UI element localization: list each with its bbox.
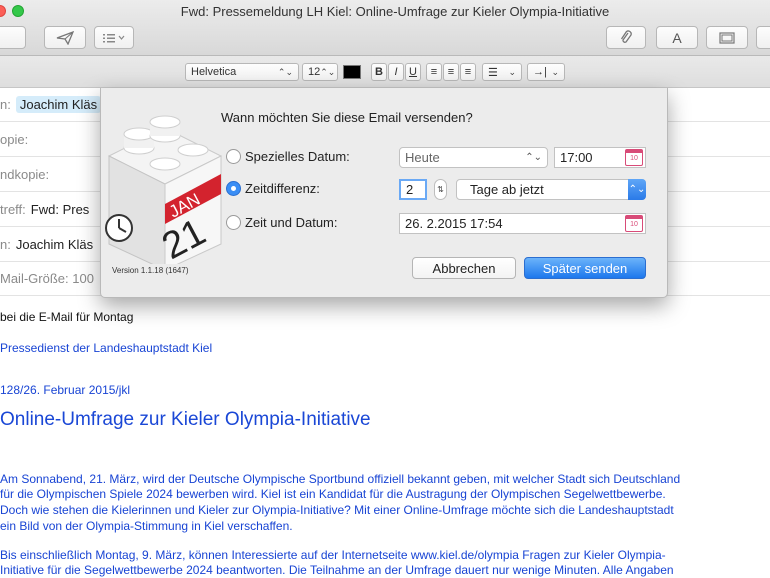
subject-label: treff: [0,202,26,217]
body-line: Initiative für die Segelwettbewerbe 2024… [0,563,674,577]
radio-time-difference[interactable]: Zeitdifferenz: [226,181,320,196]
time-diff-amount-field[interactable]: 2 [399,179,427,200]
format-bar: Helvetica ⌃⌄ 12 ⌃⌄ B I U ≡ ≡ ≡ ☰ ⌄ →| ⌄ [0,56,770,88]
font-size-select[interactable]: 12 ⌃⌄ [302,63,338,81]
send-button[interactable] [44,26,86,49]
bullet-list-icon: ☰ [488,66,498,79]
align-right-button[interactable]: ≡ [460,63,476,81]
body-line: 128/26. Februar 2015/jkl [0,383,131,397]
datetime-field[interactable]: 26. 2.2015 17:54 [399,213,646,234]
paper-plane-icon [56,30,74,45]
send-later-dialog: JAN 21 Version 1.1.18 (1647) Wann möchte… [100,88,668,298]
underline-button[interactable]: U [405,63,421,81]
message-headline: Online-Umfrage zur Kieler Olympia-Initia… [0,409,371,430]
font-family-value: Helvetica [191,66,237,78]
radio-special-date[interactable]: Spezielles Datum: [226,149,350,164]
version-label: Version 1.1.18 (1647) [112,266,189,275]
send-later-button[interactable]: Später senden [524,257,646,279]
font-size-value: 12 [308,66,321,78]
time-diff-unit-value: Tage ab jetzt [470,182,544,197]
message-size-label: Mail-Größe: 100 [0,271,94,286]
fonts-button[interactable]: A [656,26,698,49]
cancel-button[interactable]: Abbrechen [412,257,516,279]
radio-button[interactable] [226,181,241,196]
window-titlebar: Fwd: Pressemeldung LH Kiel: Online-Umfra… [0,0,770,56]
indent-menu[interactable]: →| ⌄ [527,63,565,81]
datetime-value: 26. 2.2015 17:54 [405,216,503,231]
list-icon [103,33,125,42]
chevron-down-icon: ⌄ [508,66,516,77]
window-title: Fwd: Pressemeldung LH Kiel: Online-Umfra… [180,4,610,19]
calendar-icon[interactable]: 10 [625,215,643,232]
align-left-button[interactable]: ≡ [426,63,442,81]
radio-label: Zeit und Datum: [245,215,338,230]
from-label: n: [0,237,11,252]
bold-button[interactable]: B [371,63,387,81]
radio-label: Zeitdifferenz: [245,181,320,196]
special-date-value: Heute [405,150,440,165]
window-icon [719,31,735,44]
body-line: bei die E-Mail für Montag [0,310,134,324]
radio-button[interactable] [226,149,241,164]
toolbar-button-left[interactable] [0,26,26,49]
paperclip-icon [620,29,632,43]
special-date-select[interactable]: Heute ⌃⌄ [399,147,548,168]
italic-button[interactable]: I [388,63,404,81]
cc-label: opie: [0,132,29,147]
indent-icon: →| [533,66,547,78]
calendar-icon[interactable]: 10 [625,149,643,166]
list-style-menu[interactable]: ☰ ⌄ [482,63,522,81]
radio-button[interactable] [226,215,241,230]
bcc-label: ndkopie: [0,167,50,182]
align-left-icon: ≡ [430,66,438,78]
align-right-icon: ≡ [464,66,472,78]
special-time-value: 17:00 [560,150,593,165]
header-fields-menu-button[interactable] [94,26,134,49]
align-center-button[interactable]: ≡ [443,63,459,81]
attach-button[interactable] [606,26,646,49]
time-diff-unit-select[interactable]: Tage ab jetzt ⌃⌄ [456,179,646,200]
select-arrows-icon: ⌃⌄ [628,179,646,200]
from-value: Joachim Kläs [15,237,94,252]
font-family-select[interactable]: Helvetica ⌃⌄ [185,63,299,81]
time-diff-stepper[interactable]: ⇅ [434,179,447,200]
photo-browser-button[interactable] [706,26,748,49]
toolbar-button-right[interactable] [756,26,770,49]
chevron-down-icon: ⌄ [551,66,559,77]
text-color-well[interactable] [343,65,361,79]
body-line: Doch wie stehen die Kielerinnen und Kiel… [0,503,674,517]
select-arrows-icon: ⌃⌄ [525,152,542,163]
to-label: n: [0,97,11,112]
time-diff-amount-value: 2 [406,182,414,197]
radio-time-and-date[interactable]: Zeit und Datum: [226,215,338,230]
body-line: für die Olympischen Spiele 2024 bewerben… [0,487,666,501]
select-arrows-icon: ⌃⌄ [320,66,336,77]
dialog-question: Wann möchten Sie diese Email versenden? [221,110,473,125]
select-arrows-icon: ⌃⌄ [277,66,293,77]
calendar-app-icon: JAN 21 [105,115,223,264]
subject-value: Fwd: Pres [30,202,90,217]
body-line: ein Bild von der Olympia-Stimmung in Kie… [0,519,293,533]
align-center-icon: ≡ [447,66,455,78]
recipient-token[interactable]: Joachim Kläs [15,96,102,113]
body-line: Pressedienst der Landeshauptstadt Kiel [0,341,213,355]
radio-label: Spezielles Datum: [245,149,350,164]
